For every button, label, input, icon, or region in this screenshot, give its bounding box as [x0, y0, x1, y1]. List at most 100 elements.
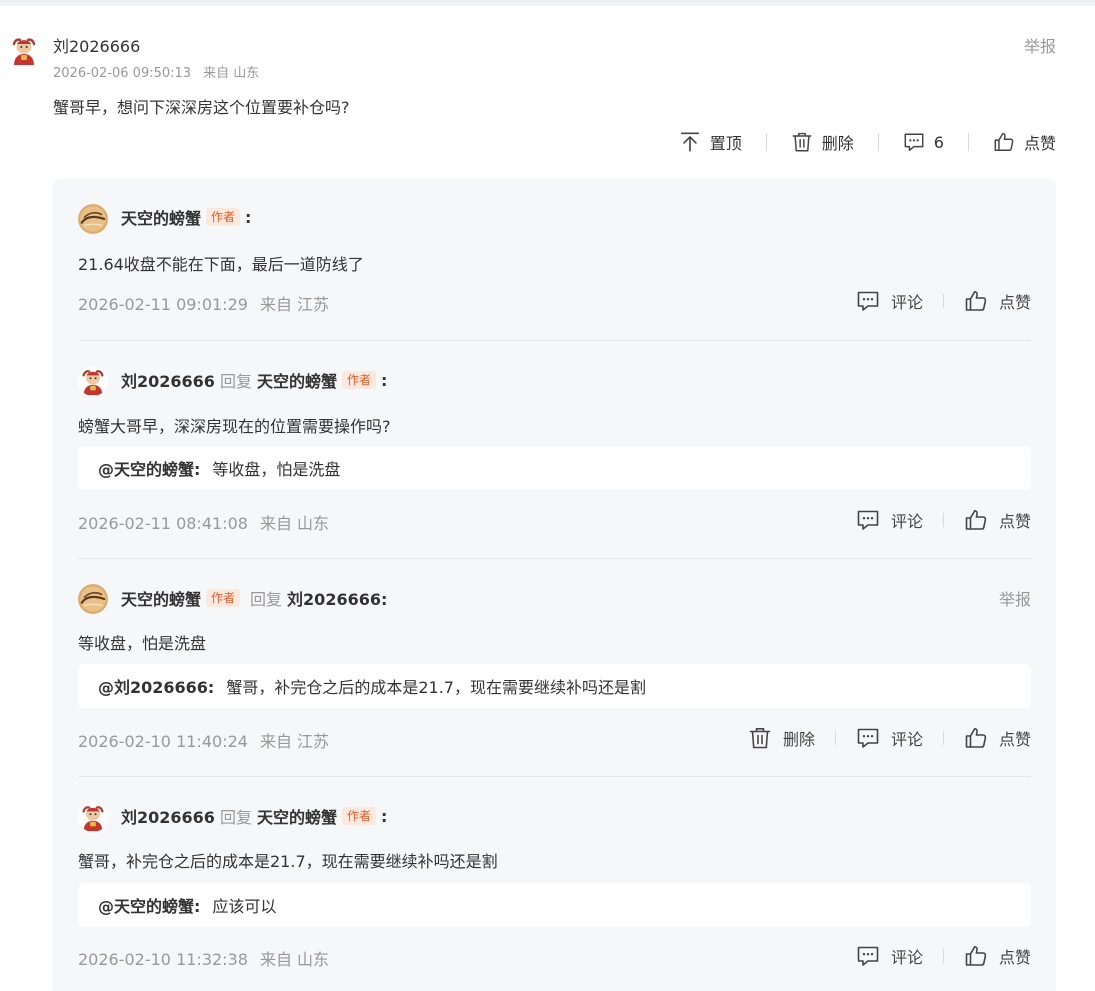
quote-text: 等收盘，怕是洗盘	[212, 460, 341, 479]
comment-meta: 2026-02-06 09:50:13 来自 山东	[53, 62, 259, 81]
comment-content: 蟹哥早，想问下深深房这个位置要补仓吗?	[53, 98, 350, 117]
comment-author[interactable]: 刘2026666	[53, 33, 140, 57]
comment-label: 评论	[890, 730, 923, 749]
like-label: 点赞	[998, 293, 1031, 312]
reply-timestamp: 2026-02-11 08:41:08	[78, 514, 248, 533]
pin-top-icon	[679, 131, 701, 153]
trash-icon	[791, 131, 813, 153]
reply-comment-button[interactable]: 评论	[856, 944, 923, 968]
quoted-reply: @天空的螃蟹: 等收盘，怕是洗盘	[78, 446, 1031, 490]
thumbs-up-icon	[993, 131, 1015, 153]
author-badge: 作者	[206, 208, 241, 226]
report-button[interactable]: 举报	[1024, 33, 1056, 57]
quoted-reply: @刘2026666: 蟹哥，补完仓之后的成本是21.7，现在需要继续补吗还是割	[78, 664, 1031, 708]
comment-count-button[interactable]: 6	[903, 131, 944, 153]
quote-user[interactable]: @天空的螃蟹:	[98, 893, 200, 917]
header-colon: :	[245, 207, 252, 227]
comment-icon	[856, 289, 880, 313]
reply-divider	[78, 558, 1031, 559]
author-avatar[interactable]	[78, 204, 108, 234]
comment-icon	[903, 131, 925, 153]
reply-like-button[interactable]: 点赞	[964, 508, 1031, 532]
reply-content: 21.64收盘不能在下面，最后一道防线了	[78, 255, 364, 274]
reply-content: 螃蟹大哥早，深深房现在的位置需要操作吗?	[78, 417, 391, 436]
quoted-reply: @天空的螃蟹: 应该可以	[78, 883, 1031, 927]
reply-like-button[interactable]: 点赞	[964, 726, 1031, 750]
action-divider	[765, 133, 767, 151]
delete-label: 删除	[821, 134, 854, 153]
reply-delete-button[interactable]: 删除	[748, 726, 815, 750]
comment-timestamp: 2026-02-06 09:50:13	[53, 66, 192, 81]
user-avatar[interactable]	[78, 366, 108, 396]
reply-meta: 2026-02-10 11:32:38 来自 山东	[78, 946, 329, 970]
reply-action-bar: 删除 评论 点赞	[748, 726, 1031, 750]
reply-comment-button[interactable]: 评论	[856, 289, 923, 313]
pin-label: 置顶	[709, 134, 742, 153]
thumbs-up-icon	[964, 289, 988, 313]
reply-like-button[interactable]: 点赞	[964, 944, 1031, 968]
author-badge: 作者	[206, 589, 241, 607]
action-divider	[834, 731, 836, 745]
author-badge: 作者	[341, 371, 376, 389]
action-divider	[942, 731, 944, 745]
like-button[interactable]: 点赞	[993, 130, 1056, 154]
comment-label: 评论	[890, 948, 923, 967]
user-avatar[interactable]	[8, 34, 40, 66]
top-bar	[0, 0, 1095, 6]
reply-action-bar: 评论 点赞	[856, 508, 1031, 532]
action-divider	[967, 133, 969, 151]
thumbs-up-icon	[964, 726, 988, 750]
comment-icon	[856, 508, 880, 532]
quote-user[interactable]: @刘2026666:	[98, 674, 214, 698]
author-badge: 作者	[341, 807, 376, 825]
report-button[interactable]: 举报	[999, 586, 1031, 610]
comment-action-bar: 置顶 删除 6 点赞	[679, 128, 1056, 156]
reply-header: 刘2026666 回复 天空的螃蟹 作者:	[121, 368, 387, 392]
comment-count: 6	[933, 132, 944, 152]
comment-icon	[856, 726, 880, 750]
thumbs-up-icon	[964, 944, 988, 968]
action-divider	[942, 294, 944, 308]
delete-label: 删除	[782, 730, 815, 749]
reply-meta: 2026-02-10 11:40:24 来自 江苏	[78, 728, 329, 752]
reply-location: 来自 山东	[259, 514, 330, 533]
reply-target[interactable]: 天空的螃蟹	[257, 804, 337, 828]
reply-header: 天空的螃蟹 作者:	[121, 205, 251, 229]
reply-location: 来自 江苏	[259, 732, 330, 751]
author-avatar[interactable]	[78, 584, 108, 614]
header-colon: :	[380, 806, 388, 826]
reply-target[interactable]: 刘2026666:	[287, 586, 387, 610]
reply-author[interactable]: 刘2026666	[121, 368, 215, 392]
reply-location: 来自 江苏	[259, 295, 330, 314]
trash-icon	[748, 726, 772, 750]
quote-user[interactable]: @天空的螃蟹:	[98, 456, 200, 480]
like-label: 点赞	[998, 512, 1031, 531]
user-avatar[interactable]	[78, 802, 108, 832]
like-label: 点赞	[1023, 134, 1056, 153]
reply-target[interactable]: 天空的螃蟹	[257, 368, 337, 392]
action-divider	[942, 949, 944, 963]
reply-divider	[78, 340, 1031, 341]
reply-location: 来自 山东	[259, 950, 330, 969]
reply-meta: 2026-02-11 08:41:08 来自 山东	[78, 510, 329, 534]
pin-button[interactable]: 置顶	[679, 130, 742, 154]
reply-author[interactable]: 天空的螃蟹	[121, 586, 201, 610]
reply-header: 天空的螃蟹 作者 回复 刘2026666:	[121, 586, 387, 610]
comment-location: 来自 山东	[203, 66, 260, 81]
reply-header: 刘2026666 回复 天空的螃蟹 作者:	[121, 804, 387, 828]
delete-button[interactable]: 删除	[791, 130, 854, 154]
reply-comment-button[interactable]: 评论	[856, 726, 923, 750]
reply-word: 回复	[219, 372, 252, 391]
reply-timestamp: 2026-02-10 11:32:38	[78, 950, 248, 969]
quote-text: 蟹哥，补完仓之后的成本是21.7，现在需要继续补吗还是割	[226, 678, 646, 697]
reply-like-button[interactable]: 点赞	[964, 289, 1031, 313]
action-divider	[877, 133, 879, 151]
reply-comment-button[interactable]: 评论	[856, 508, 923, 532]
reply-action-bar: 评论 点赞	[856, 289, 1031, 313]
comment-label: 评论	[890, 512, 923, 531]
reply-timestamp: 2026-02-11 09:01:29	[78, 295, 248, 314]
thumbs-up-icon	[964, 508, 988, 532]
reply-content: 蟹哥，补完仓之后的成本是21.7，现在需要继续补吗还是割	[78, 852, 498, 871]
reply-author[interactable]: 刘2026666	[121, 804, 215, 828]
reply-author[interactable]: 天空的螃蟹	[121, 205, 201, 229]
